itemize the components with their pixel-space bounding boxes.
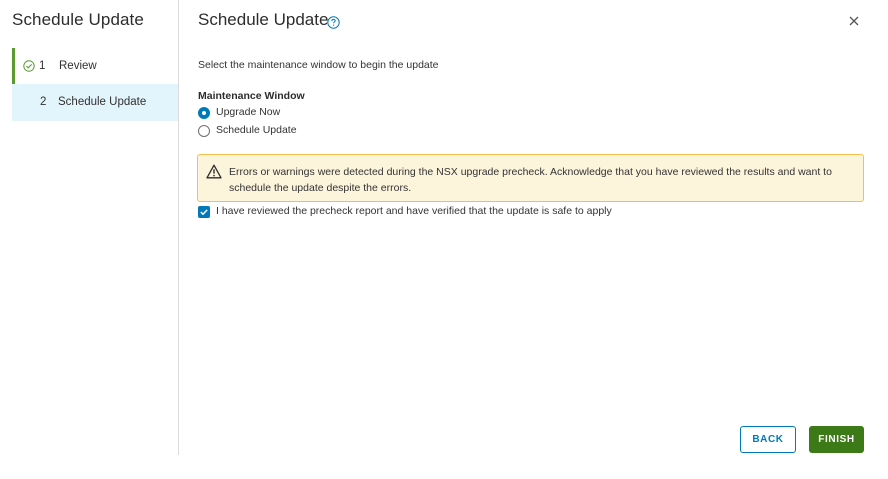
back-button[interactable]: BACK [740, 426, 796, 453]
help-icon[interactable] [327, 16, 340, 29]
radio-label[interactable]: Upgrade Now [216, 106, 280, 118]
instruction-text: Select the maintenance window to begin t… [198, 59, 439, 71]
warning-triangle-icon [206, 164, 222, 179]
sidebar-title: Schedule Update [12, 10, 144, 29]
step-label: Schedule Update [58, 96, 147, 108]
page-title: Schedule Update [198, 10, 329, 29]
radio-button[interactable] [198, 125, 210, 137]
step-review[interactable]: 1 Review [12, 48, 178, 85]
step-number: 2 [40, 96, 47, 108]
schedule-update-dialog: Schedule Update 1 Review 2 Schedule Upda… [0, 0, 888, 479]
finish-button[interactable]: FINISH [809, 426, 864, 453]
step-schedule-update[interactable]: 2 Schedule Update [12, 84, 178, 121]
close-icon[interactable] [846, 13, 862, 29]
step-number: 1 [39, 60, 46, 72]
wizard-sidebar: Schedule Update 1 Review 2 Schedule Upda… [0, 0, 179, 455]
checkmark-icon [200, 209, 208, 216]
radio-label[interactable]: Schedule Update [216, 124, 297, 136]
step-label: Review [59, 60, 97, 72]
acknowledge-label[interactable]: I have reviewed the precheck report and … [216, 205, 612, 217]
radio-button-checked[interactable] [198, 107, 210, 119]
warning-alert: Errors or warnings were detected during … [197, 154, 864, 202]
acknowledge-checkbox[interactable] [198, 206, 210, 218]
alert-message: Errors or warnings were detected during … [229, 166, 832, 194]
check-circle-icon [23, 60, 35, 72]
maintenance-window-label: Maintenance Window [198, 90, 305, 102]
